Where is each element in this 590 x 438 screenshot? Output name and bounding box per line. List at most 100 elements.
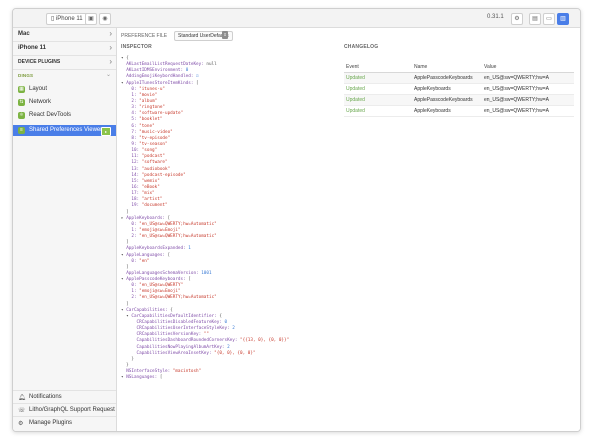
inspector-punct [121,295,131,300]
inspector-punct [121,326,137,331]
device-plugins-label: DEVICE PLUGINS [18,59,61,65]
changelog-title: CHANGELOG [344,44,379,50]
inspector-value: "booklet" [136,117,163,123]
column-header-name[interactable]: Name [414,64,478,70]
sidebar-group-mac[interactable]: Mac › [13,28,116,42]
inspector-value: "" [201,332,209,338]
sidebar-item-label: Litho/GraphQL Support Request [29,407,115,413]
inspector-punct [121,99,131,104]
inspector-punct: ] [121,264,129,270]
device-plugins-header[interactable]: DEVICE PLUGINS › [13,56,116,70]
inspector-punct [121,259,131,264]
inspector-punct: [ [165,215,171,221]
inspector-value: "song" [139,148,158,154]
inspector-value: 0 [183,68,189,74]
inspector-punct: [ [185,277,191,283]
toggle-right-sidebar-icon[interactable]: ▥ [557,13,569,25]
inspector-value: "tv-episode" [136,135,171,141]
sidebar-item-notifications[interactable]: 🔔︎ Notifications [13,390,116,403]
sidebar-item-react-devtools[interactable]: ⚛ React DevTools [13,110,116,121]
inspector-value: "emoji@sw=Emoji" [136,289,181,295]
inspector-punct [121,87,131,92]
inspector-value: "emoji@sw=Emoji" [136,227,181,233]
inspector-key: CRCapabilitiesVersionKey: [136,332,202,338]
toggle-console-icon[interactable]: ▭ [543,13,555,25]
inspector-value: 2 [229,326,235,332]
title-bar: ▯ iPhone 11 ▣ ◉ 0.31.1 ⚙ ▤ ▭ ▥ [13,9,580,28]
inspector-punct [121,93,131,98]
sidebar-item-support-request[interactable]: ☏ Litho/GraphQL Support Request [13,403,116,416]
device-selector[interactable]: ▯ iPhone 11 [46,13,88,25]
inspector-key: CapabilitiesViewAreaInsetKey: [136,350,212,356]
inspector-punct: [ [165,252,171,258]
inspector-key: CapabilitiesDashboardRoundedCornersKey: [136,338,238,344]
device-selector-label: iPhone 11 [55,16,83,22]
inspector-key: 19: [131,203,140,209]
camera-icon[interactable]: ▣ [85,13,97,25]
chevron-updown-icon[interactable]: ⇕ [222,31,228,39]
table-row[interactable]: Updated AppleKeyboards en_US@sw=QWERTY;h… [344,106,574,117]
column-header-value[interactable]: Value [484,64,572,70]
inspector-punct: ▾ { [121,56,129,61]
record-icon[interactable]: ◉ [99,13,111,25]
inspector-value: "podcast-episode" [139,172,186,178]
react-devtools-icon: ⚛ [18,112,25,119]
sidebar-item-label: Manage Plugins [29,420,73,426]
chevron-down-icon[interactable]: ⌄ [106,71,111,78]
sidebar-group-label: iPhone 11 [18,45,47,51]
inspector-punct [121,124,131,129]
plugin-section-label: DINGS [18,73,34,78]
sidebar-item-layout[interactable]: ▦ Layout [13,84,116,95]
inspector-value: ☑ [193,74,199,80]
sidebar: Mac › iPhone 11 › DEVICE PLUGINS › DINGS… [13,28,117,431]
inspector-value: 1 [185,246,191,252]
event-cell: Updated [346,108,365,114]
inspector-key: AppleITunesStoreItemKinds: [126,80,194,86]
inspector-key: 16: [131,184,140,190]
table-row[interactable]: Updated ApplePasscodeKeyboards en_US@sw=… [344,95,574,106]
inspector-punct: { [167,307,173,313]
inspector-key: AppleKeyboards: [126,215,165,221]
inspector-line[interactable]: ▾ NSLanguages: [ [121,375,341,381]
inspector-punct [121,228,131,233]
toggle-left-sidebar-icon[interactable]: ▤ [529,13,541,25]
inspector-key: 17: [131,191,140,197]
network-icon: ⇅ [18,99,25,106]
sidebar-item-network[interactable]: ⇅ Network [13,97,116,108]
inspector-key: AppleLanguages: [126,252,165,258]
inspector-value: "document" [139,203,168,209]
settings-icon[interactable]: ⚙ [511,13,523,25]
inspector-punct [121,197,131,202]
inspector-key: 12: [131,160,140,166]
table-row[interactable]: Updated ApplePasscodeKeyboards en_US@sw=… [344,73,574,84]
inspector-value: "tone" [136,123,155,129]
sidebar-item-manage-plugins[interactable]: ⚙ Manage Plugins [13,416,116,429]
sidebar-group-iphone[interactable]: iPhone 11 › [13,42,116,56]
inspector-punct [121,142,131,147]
inspector-punct [121,234,131,239]
inspector-key: 14: [131,172,140,178]
name-cell: ApplePasscodeKeyboards [414,97,473,103]
inspector-tree[interactable]: ▾ { AKLastEmailListRequestDateKey: null … [121,56,341,428]
inspector-value: "movie" [136,92,158,98]
inspector-punct: { [216,313,222,319]
inspector-key: AppleLanguagesSchemaVersion: [126,270,199,276]
sidebar-item-shared-preferences[interactable]: ≡ Shared Preferences Viewer ▸ [13,125,116,136]
column-header-event[interactable]: Event [346,64,410,70]
inspector-punct [121,351,137,356]
inspector-value: "tv-season" [136,141,168,147]
inspector-punct: null [203,62,217,68]
inspector-punct: ▾ [121,313,132,319]
app-window: ▯ iPhone 11 ▣ ◉ 0.31.1 ⚙ ▤ ▭ ▥ Mac › iPh… [12,8,581,432]
inspector-punct [121,332,137,337]
chevron-right-icon: › [109,57,112,66]
layout-icon: ▦ [18,86,25,93]
inspector-key: CarCapabilities: [126,307,168,313]
plugin-badge-icon: ▸ [101,127,111,136]
gear-icon: ⚙ [18,421,24,427]
support-icon: ☏ [18,408,26,414]
table-row[interactable]: Updated AppleKeyboards en_US@sw=QWERTY;h… [344,84,574,95]
sidebar-item-label: Network [29,99,52,105]
inspector-value: "wemix" [139,178,160,184]
inspector-punct: ] [121,301,129,307]
